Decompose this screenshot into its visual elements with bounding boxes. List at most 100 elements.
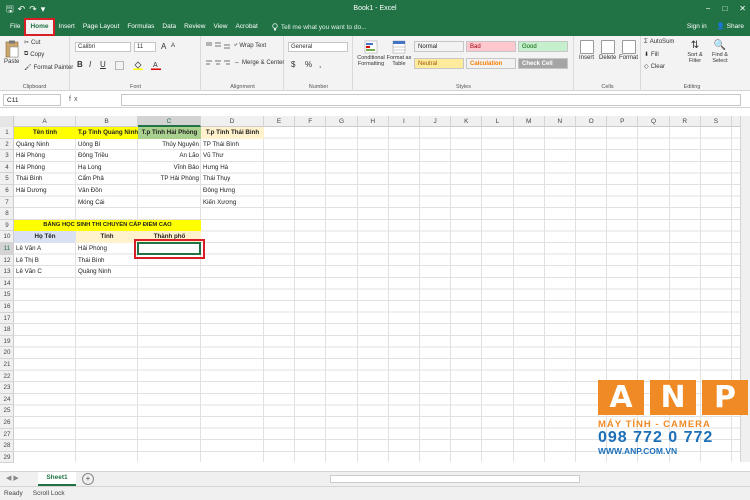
cell-b10[interactable]: Tỉnh (76, 231, 138, 243)
share-button[interactable]: 👤 Share (717, 18, 744, 36)
row-header-25[interactable]: 25 (0, 405, 14, 417)
column-header-f[interactable]: F (295, 116, 327, 127)
find-select-button[interactable]: 🔍 Find & Select (708, 40, 732, 64)
italic-button[interactable]: I (89, 60, 91, 69)
cell-a10[interactable]: Họ Tên (14, 231, 76, 243)
percent-button[interactable]: % (305, 60, 312, 69)
column-header-n[interactable]: N (545, 116, 576, 127)
cell-d7[interactable]: Kiến Xương (201, 197, 264, 209)
cell-b1[interactable]: T.p Tỉnh Quảng Ninh (76, 127, 138, 139)
row-header-24[interactable]: 24 (0, 394, 14, 406)
column-header-r[interactable]: R (670, 116, 701, 127)
row-header-27[interactable]: 27 (0, 429, 14, 441)
row-header-8[interactable]: 8 (0, 208, 14, 220)
sheet-tab-sheet1[interactable]: Sheet1 (38, 472, 76, 486)
cell-d5[interactable]: Thái Thụy (201, 173, 264, 185)
cell-a4[interactable]: Hải Phòng (14, 162, 76, 174)
tell-me-box[interactable]: Tell me what you want to do... (272, 23, 367, 31)
fill-color-button[interactable] (133, 60, 143, 70)
row-header-20[interactable]: 20 (0, 347, 14, 359)
insert-cells-button[interactable]: Insert (579, 40, 594, 61)
cell-c5[interactable]: TP Hải Phòng (138, 173, 201, 185)
minimize-button[interactable]: − (706, 0, 711, 18)
row-header-9[interactable]: 9 (0, 220, 14, 232)
wrap-text-button[interactable]: ⤶ Wrap Text (234, 42, 266, 49)
cell-b2[interactable]: Uông Bí (76, 139, 138, 151)
column-header-k[interactable]: K (451, 116, 483, 127)
cell-c1[interactable]: T.p Tỉnh Hải Phòng (138, 127, 201, 139)
underline-button[interactable]: U (100, 60, 106, 69)
clear-button[interactable]: ◇ Clear (644, 63, 665, 71)
column-header-s[interactable]: S (701, 116, 732, 127)
row-header-11[interactable]: 11 (0, 243, 14, 255)
autosum-button[interactable]: Σ AutoSum (644, 39, 674, 45)
grow-font-button[interactable]: A (161, 42, 166, 51)
row-header-21[interactable]: 21 (0, 359, 14, 371)
row-header-2[interactable]: 2 (0, 139, 14, 151)
tab-data[interactable]: Data (158, 18, 180, 36)
currency-button[interactable]: $ (291, 60, 295, 69)
font-name-dropdown[interactable]: Calibri (75, 42, 131, 52)
style-neutral[interactable]: Neutral (414, 58, 464, 69)
conditional-formatting-button[interactable]: Conditional Formatting (356, 40, 386, 67)
cell-b5[interactable]: Cẩm Phả (76, 173, 138, 185)
column-header-q[interactable]: Q (638, 116, 670, 127)
row-header-13[interactable]: 13 (0, 266, 14, 278)
cell-b12[interactable]: Thái Bình (76, 255, 138, 267)
row-header-22[interactable]: 22 (0, 371, 14, 383)
cell-b11[interactable]: Hải Phòng (76, 243, 138, 255)
cell-d6[interactable]: Đông Hưng (201, 185, 264, 197)
maximize-button[interactable]: □ (722, 0, 727, 18)
row-header-29[interactable]: 29 (0, 452, 14, 464)
delete-cells-button[interactable]: Delete (599, 40, 616, 61)
font-size-dropdown[interactable]: 11 (134, 42, 156, 52)
column-header-j[interactable]: J (420, 116, 452, 127)
tab-formulas[interactable]: Formulas (123, 18, 158, 36)
cell-b4[interactable]: Hạ Long (76, 162, 138, 174)
tab-review[interactable]: Review (180, 18, 209, 36)
cell-c2[interactable]: Thủy Nguyên (138, 139, 201, 151)
add-sheet-button[interactable]: + (82, 473, 94, 485)
copy-button[interactable]: ⧉ Copy (24, 51, 44, 58)
cell-a11[interactable]: Lê Văn A (14, 243, 76, 255)
column-header-m[interactable]: M (514, 116, 545, 127)
cell-b3[interactable]: Đông Triều (76, 150, 138, 162)
column-header-g[interactable]: G (326, 116, 358, 127)
row-header-12[interactable]: 12 (0, 255, 14, 267)
style-bad[interactable]: Bad (466, 41, 516, 52)
tab-acrobat[interactable]: Acrobat (231, 18, 261, 36)
style-good[interactable]: Good (518, 41, 568, 52)
format-as-table-button[interactable]: Format as Table (386, 40, 412, 67)
column-header-l[interactable]: L (482, 116, 514, 127)
fill-button[interactable]: ⬇ Fill (644, 51, 659, 59)
column-header-a[interactable]: A (14, 116, 76, 127)
row-header-1[interactable]: 1 (0, 127, 14, 139)
bold-button[interactable]: B (77, 60, 83, 69)
cell-a9-title[interactable]: BẢNG HỌC SINH THI CHUYỂN CẤP ĐIỂM CAO (14, 219, 201, 232)
customize-qat-icon[interactable]: ▾ (41, 0, 46, 18)
column-header-p[interactable]: P (607, 116, 639, 127)
sheet-nav-arrows[interactable]: ◀ ▶ (6, 472, 19, 486)
cell-a1[interactable]: Tên tỉnh (14, 127, 76, 139)
row-header-3[interactable]: 3 (0, 150, 14, 162)
cell-d4[interactable]: Hưng Hà (201, 162, 264, 174)
row-header-28[interactable]: 28 (0, 440, 14, 452)
row-header-10[interactable]: 10 (0, 231, 14, 243)
style-calculation[interactable]: Calculation (466, 58, 516, 69)
column-header-b[interactable]: B (76, 116, 138, 127)
row-header-14[interactable]: 14 (0, 278, 14, 290)
row-header-5[interactable]: 5 (0, 173, 14, 185)
column-header-c[interactable]: C (138, 116, 201, 127)
row-header-23[interactable]: 23 (0, 382, 14, 394)
format-cells-button[interactable]: Format (619, 40, 638, 61)
save-icon[interactable]: 🖫 (6, 0, 14, 18)
style-check-cell[interactable]: Check Cell (518, 58, 568, 69)
name-box[interactable]: C11 (3, 93, 61, 106)
cell-b6[interactable]: Vân Đồn (76, 185, 138, 197)
cell-c3[interactable]: An Lão (138, 150, 201, 162)
undo-icon[interactable]: ↶ (18, 0, 26, 18)
merge-center-button[interactable]: ⇔ Merge & Center (234, 60, 284, 66)
cell-b7[interactable]: Móng Cái (76, 197, 138, 209)
tab-view[interactable]: View (209, 18, 231, 36)
cell-a5[interactable]: Thái Bình (14, 173, 76, 185)
